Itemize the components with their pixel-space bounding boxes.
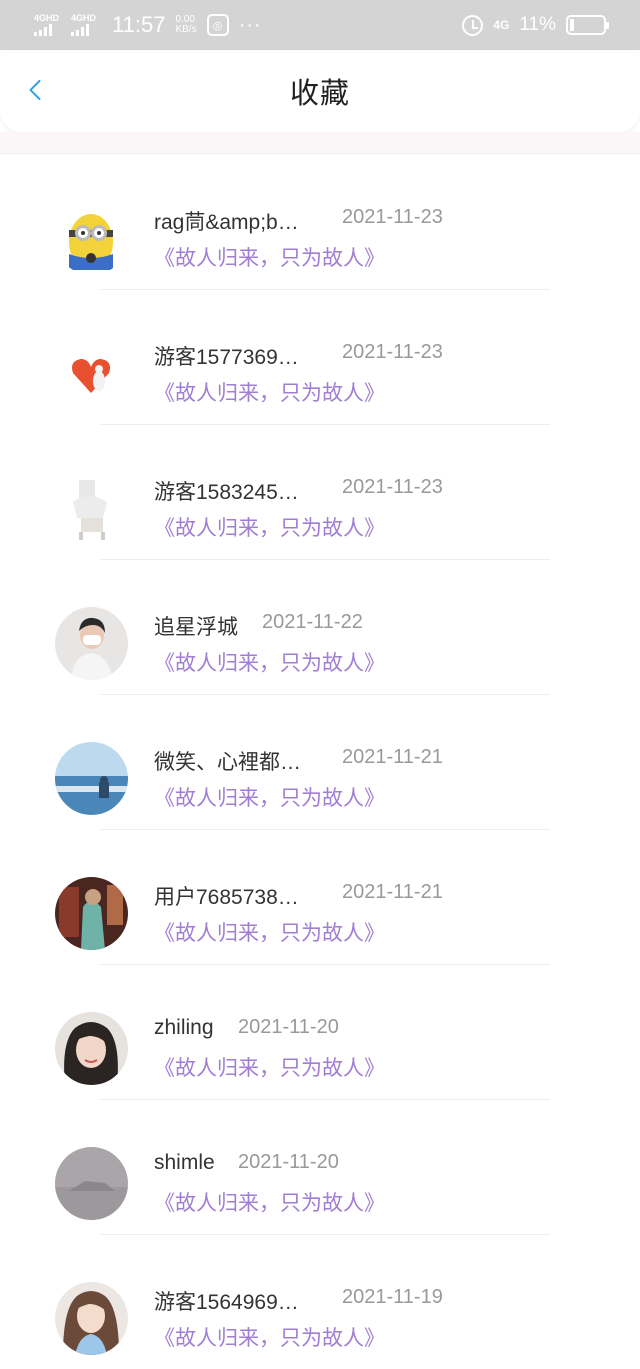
- chevron-left-icon[interactable]: [24, 79, 46, 101]
- favorite-date: 2021-11-23: [342, 206, 443, 228]
- list-item[interactable]: 游客1583245… 2021-11-23 《故人归来，只为故人》: [0, 424, 640, 560]
- status-bar: 4GHD 4GHD 11:57 0.00 KB/s ◎ ··· 4G 11%: [0, 0, 640, 50]
- favorite-date: 2021-11-20: [238, 1016, 339, 1038]
- favorites-list: rag茼&amp;b… 2021-11-23 《故人归来，只为故人》 游客157…: [0, 154, 640, 1369]
- speed-unit: KB/s: [175, 24, 197, 35]
- favorite-date: 2021-11-23: [342, 341, 443, 363]
- list-item[interactable]: 游客1577369… 2021-11-23 《故人归来，只为故人》: [0, 289, 640, 425]
- list-item[interactable]: 用户7685738… 2021-11-21 《故人归来，只为故人》: [0, 829, 640, 965]
- more-notifications: ···: [238, 13, 262, 36]
- list-item[interactable]: zhiling 2021-11-20 《故人归来，只为故人》: [0, 964, 640, 1100]
- avatar[interactable]: [55, 607, 128, 680]
- page-title: 收藏: [289, 78, 350, 110]
- network-speed: 0.00 KB/s: [175, 15, 196, 35]
- avatar[interactable]: [55, 472, 128, 545]
- status-right: 4G 11%: [462, 14, 609, 36]
- user-name: 追星浮城: [154, 616, 238, 639]
- avatar[interactable]: [55, 337, 128, 410]
- header-separator: [0, 132, 640, 154]
- favorite-date: 2021-11-21: [342, 746, 443, 768]
- battery-icon: [566, 15, 609, 35]
- sim2-label: 4GHD: [71, 13, 97, 23]
- signal-sim1-icon: 4GHD: [34, 14, 59, 36]
- user-name: 游客1577369…: [154, 346, 299, 369]
- work-title-link[interactable]: 《故人归来，只为故人》: [154, 782, 385, 812]
- alarm-icon: [462, 14, 484, 36]
- avatar[interactable]: [55, 742, 128, 815]
- work-title-link[interactable]: 《故人归来，只为故人》: [154, 242, 385, 272]
- avatar[interactable]: [55, 877, 128, 950]
- list-item[interactable]: 微笑、心裡都… 2021-11-21 《故人归来，只为故人》: [0, 694, 640, 830]
- work-title-link[interactable]: 《故人归来，只为故人》: [154, 512, 385, 542]
- user-name: rag茼&amp;b…: [154, 211, 299, 234]
- favorite-date: 2021-11-19: [342, 1286, 443, 1308]
- sim1-label: 4GHD: [34, 13, 60, 23]
- avatar[interactable]: [55, 1282, 128, 1355]
- nav-bar: 收藏: [0, 50, 640, 132]
- work-title-link[interactable]: 《故人归来，只为故人》: [154, 377, 385, 407]
- work-title-link[interactable]: 《故人归来，只为故人》: [154, 1052, 385, 1082]
- list-item[interactable]: shimle 2021-11-20 《故人归来，只为故人》: [0, 1099, 640, 1235]
- work-title-link[interactable]: 《故人归来，只为故人》: [154, 1187, 385, 1217]
- user-name: 用户7685738…: [154, 886, 299, 909]
- favorite-date: 2021-11-20: [238, 1151, 339, 1173]
- user-name: 游客1583245…: [154, 481, 299, 504]
- user-name: shimle: [154, 1151, 215, 1174]
- list-item[interactable]: 游客1564969… 2021-11-19 《故人归来，只为故人》: [0, 1234, 640, 1369]
- work-title-link[interactable]: 《故人归来，只为故人》: [154, 917, 385, 947]
- status-left: 4GHD 4GHD 11:57 0.00 KB/s ◎ ···: [34, 12, 262, 38]
- work-title-link[interactable]: 《故人归来，只为故人》: [154, 1322, 385, 1352]
- signal-sim2-icon: 4GHD: [71, 14, 96, 36]
- network-type: 4G: [493, 18, 510, 32]
- favorite-date: 2021-11-23: [342, 476, 443, 498]
- app-notification-icon: ◎: [206, 14, 229, 36]
- favorite-date: 2021-11-21: [342, 881, 443, 903]
- user-name: zhiling: [154, 1016, 214, 1039]
- battery-percent: 11%: [519, 14, 556, 35]
- avatar[interactable]: [55, 1012, 128, 1085]
- clock: 11:57: [112, 12, 166, 37]
- user-name: 微笑、心裡都…: [154, 751, 301, 774]
- avatar[interactable]: [55, 202, 128, 275]
- user-name: 游客1564969…: [154, 1291, 299, 1314]
- list-item[interactable]: rag茼&amp;b… 2021-11-23 《故人归来，只为故人》: [0, 154, 640, 290]
- work-title-link[interactable]: 《故人归来，只为故人》: [154, 647, 385, 677]
- avatar[interactable]: [55, 1147, 128, 1220]
- favorite-date: 2021-11-22: [262, 611, 363, 633]
- list-item[interactable]: 追星浮城 2021-11-22 《故人归来，只为故人》: [0, 559, 640, 695]
